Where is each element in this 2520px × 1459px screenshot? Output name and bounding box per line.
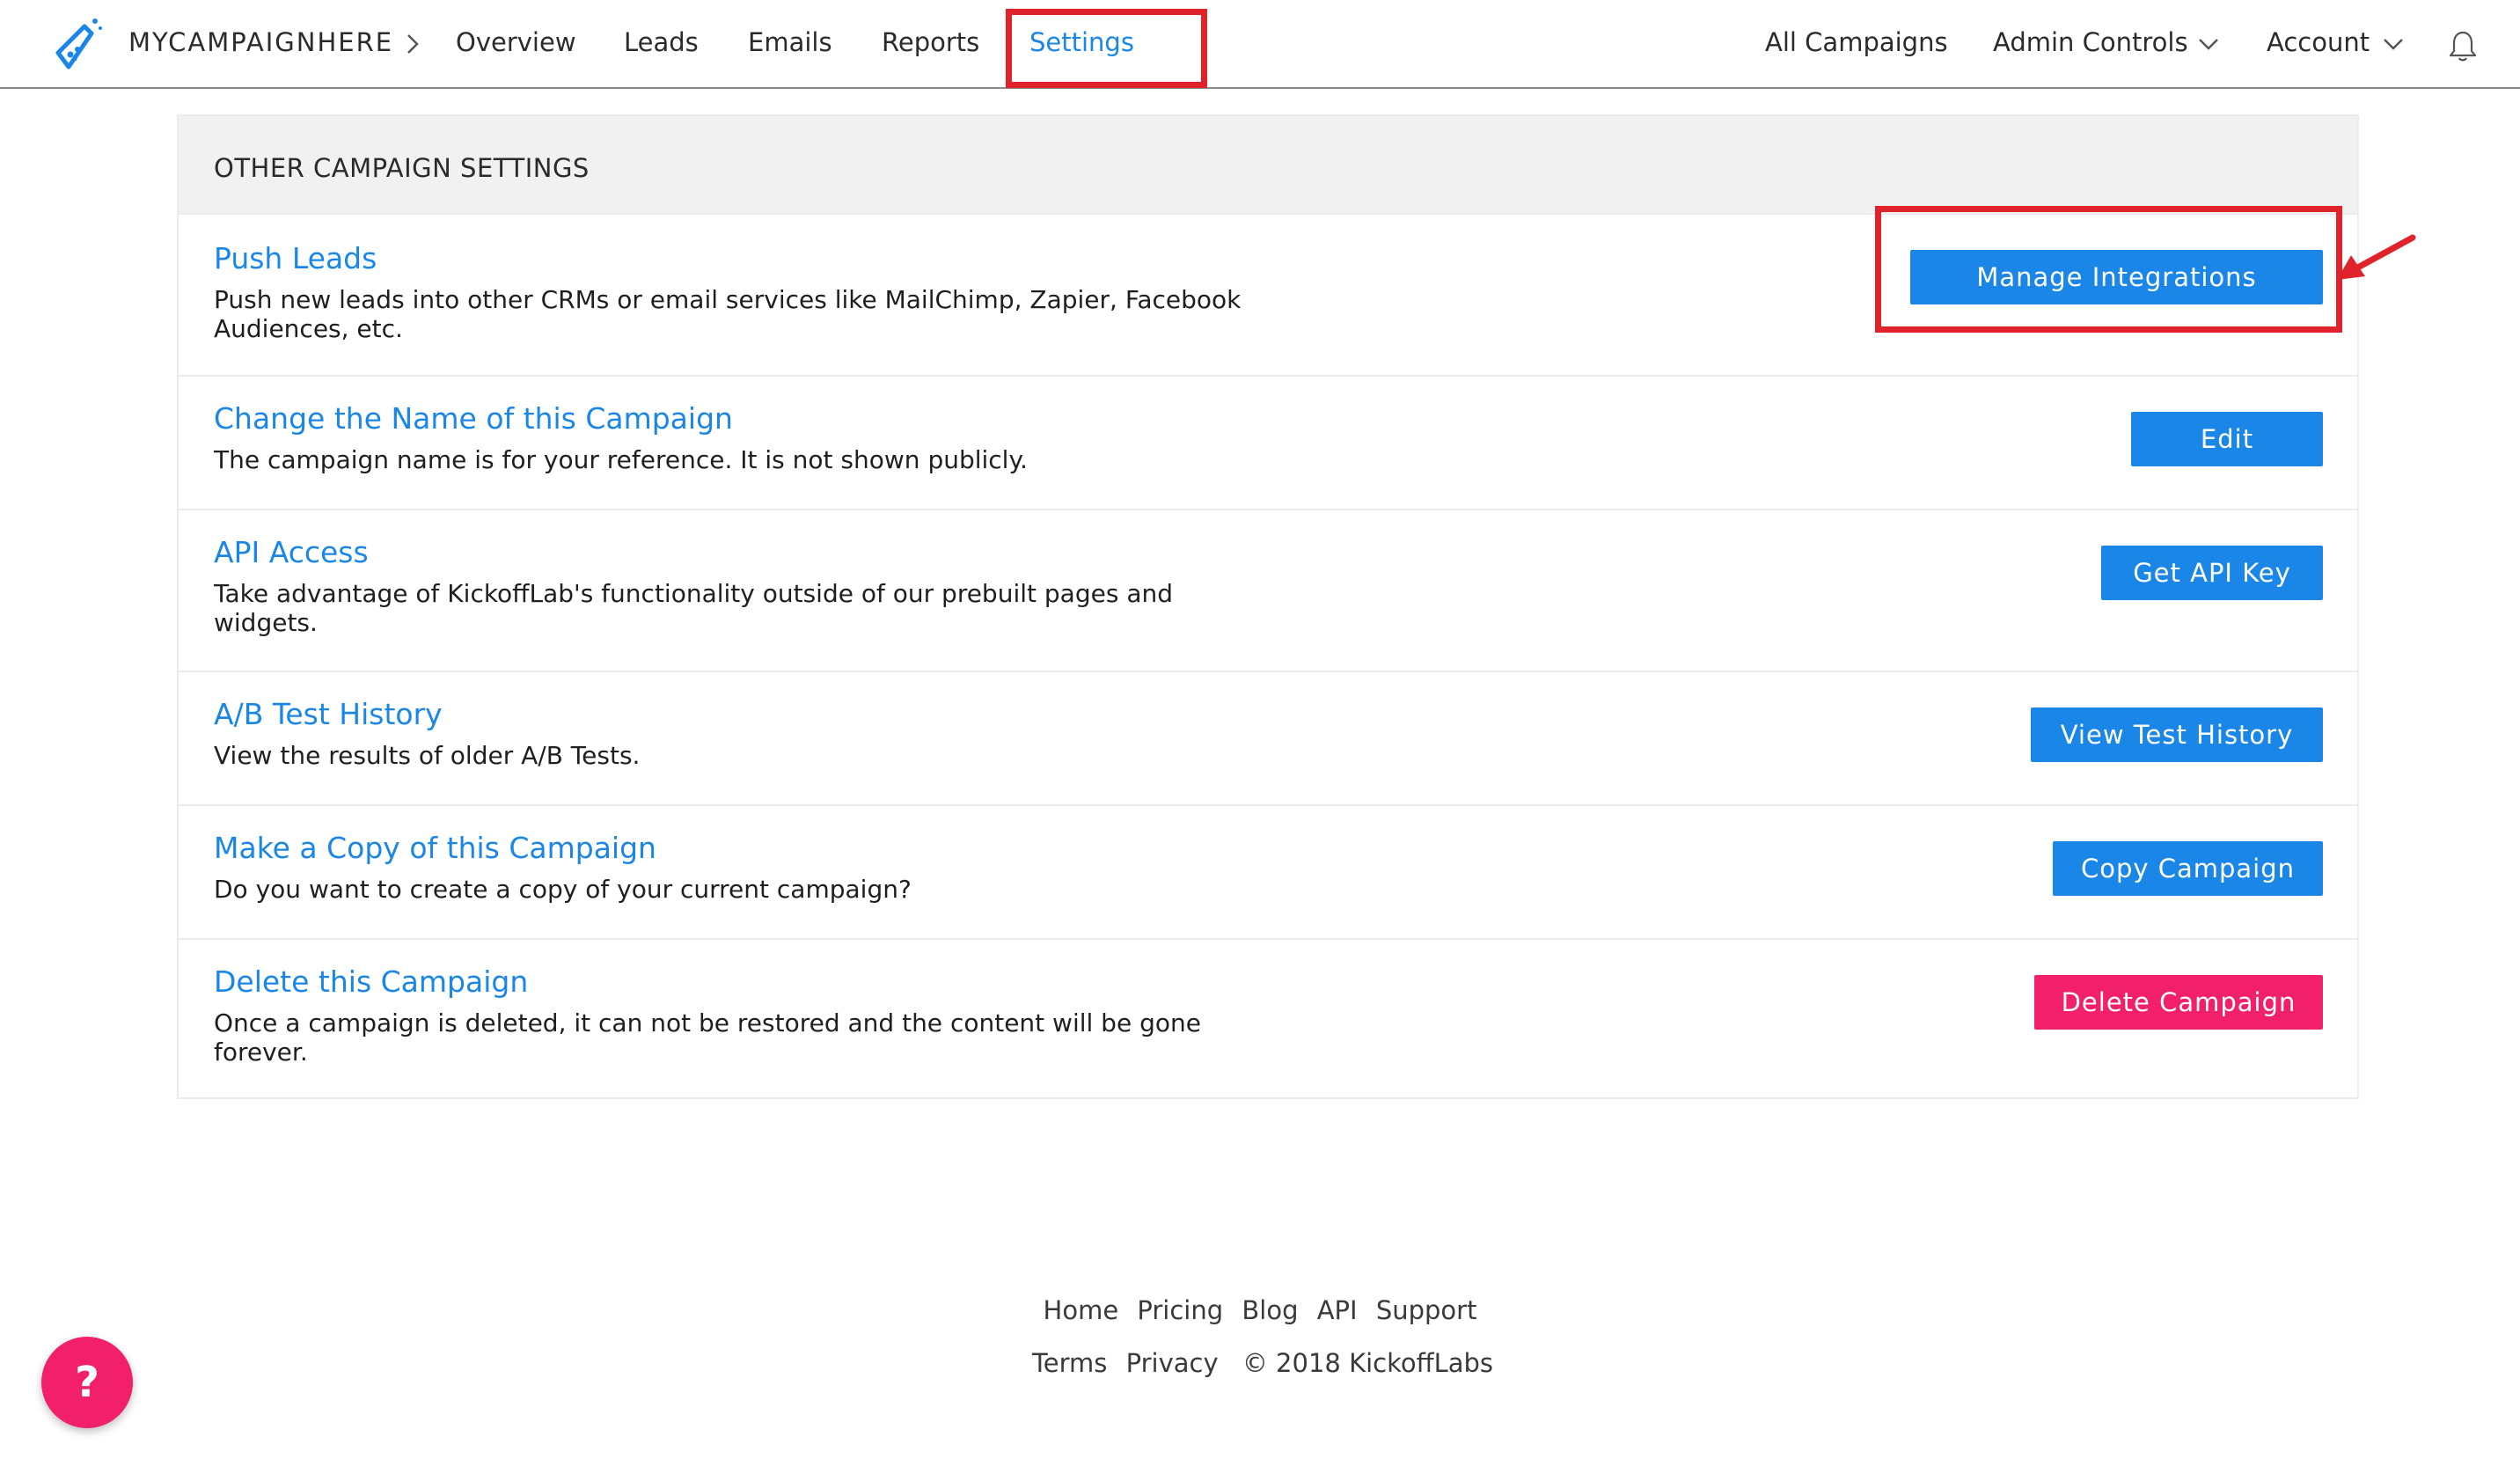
campaign-name[interactable]: MYCAMPAIGNHERE	[128, 27, 393, 57]
footer-copyright: © 2018 KickoffLabs	[1242, 1348, 1494, 1378]
nav-emails[interactable]: Emails	[748, 27, 832, 57]
setting-row-api-access: API Access Take advantage of KickoffLab'…	[179, 509, 2357, 671]
nav-leads[interactable]: Leads	[624, 27, 699, 57]
setting-title[interactable]: Change the Name of this Campaign	[214, 401, 733, 436]
setting-description: Take advantage of KickoffLab's functiona…	[214, 579, 1173, 637]
setting-title[interactable]: Make a Copy of this Campaign	[214, 831, 656, 865]
setting-title[interactable]: Delete this Campaign	[214, 964, 528, 999]
help-button[interactable]: ?	[41, 1337, 133, 1428]
panel-title: OTHER CAMPAIGN SETTINGS	[214, 153, 590, 183]
setting-row-ab-test-history: A/B Test History View the results of old…	[179, 671, 2357, 804]
setting-row-delete-campaign: Delete this Campaign Once a campaign is …	[179, 938, 2357, 1097]
panel-header: OTHER CAMPAIGN SETTINGS	[179, 116, 2357, 213]
copy-campaign-button[interactable]: Copy Campaign	[2053, 841, 2323, 896]
footer-link-pricing[interactable]: Pricing	[1137, 1295, 1223, 1325]
chevron-down-icon	[2384, 39, 2403, 50]
setting-title[interactable]: API Access	[214, 535, 369, 569]
get-api-key-button[interactable]: Get API Key	[2101, 546, 2323, 600]
settings-highlight-annotation	[1006, 9, 1207, 88]
setting-row-copy-campaign: Make a Copy of this Campaign Do you want…	[179, 804, 2357, 938]
footer-link-blog[interactable]: Blog	[1242, 1295, 1298, 1325]
setting-description: View the results of older A/B Tests.	[214, 741, 641, 770]
flask-logo-icon[interactable]	[46, 14, 107, 76]
setting-row-rename: Change the Name of this Campaign The cam…	[179, 375, 2357, 509]
nav-reports[interactable]: Reports	[882, 27, 979, 57]
top-navigation: MYCAMPAIGNHERE Overview Leads Emails Rep…	[0, 0, 2520, 89]
chevron-right-icon	[407, 34, 419, 54]
footer-links-secondary: Terms Privacy © 2018 KickoffLabs	[0, 1348, 2520, 1378]
nav-all-campaigns[interactable]: All Campaigns	[1765, 27, 1948, 57]
bell-icon[interactable]	[2447, 29, 2479, 62]
delete-campaign-button[interactable]: Delete Campaign	[2034, 975, 2323, 1030]
footer-link-home[interactable]: Home	[1044, 1295, 1119, 1325]
footer-links-primary: Home Pricing Blog API Support	[0, 1295, 2520, 1325]
arrow-pointer-annotation	[2337, 234, 2416, 280]
chevron-down-icon	[2199, 39, 2218, 50]
footer-link-api[interactable]: API	[1317, 1295, 1358, 1325]
manage-integrations-highlight-annotation	[1875, 206, 2342, 333]
nav-admin-controls[interactable]: Admin Controls	[1993, 27, 2188, 57]
setting-description: Push new leads into other CRMs or email …	[214, 285, 1242, 343]
setting-description: Once a campaign is deleted, it can not b…	[214, 1008, 1201, 1067]
footer-link-terms[interactable]: Terms	[1032, 1348, 1107, 1378]
setting-title[interactable]: Push Leads	[214, 241, 377, 275]
setting-title[interactable]: A/B Test History	[214, 697, 443, 731]
setting-description: Do you want to create a copy of your cur…	[214, 875, 912, 904]
setting-description: The campaign name is for your reference.…	[214, 445, 1028, 474]
nav-account[interactable]: Account	[2267, 27, 2370, 57]
edit-button[interactable]: Edit	[2131, 412, 2323, 466]
footer-link-privacy[interactable]: Privacy	[1126, 1348, 1219, 1378]
nav-overview[interactable]: Overview	[456, 27, 576, 57]
footer-link-support[interactable]: Support	[1376, 1295, 1477, 1325]
view-test-history-button[interactable]: View Test History	[2031, 708, 2323, 762]
